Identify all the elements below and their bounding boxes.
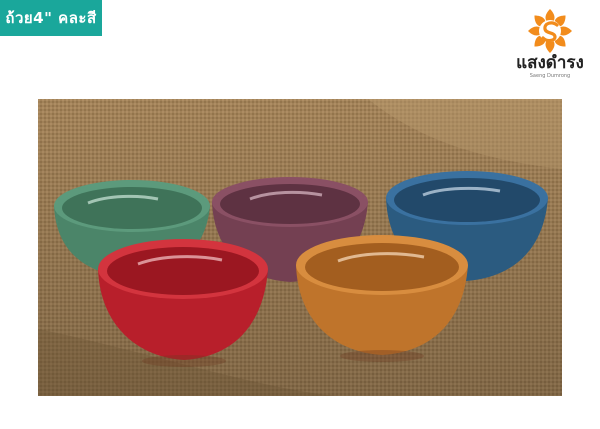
- product-tag-label: ถ้วย4" คละสี: [5, 9, 97, 27]
- brand-subtitle: Saeng Dumrong: [529, 73, 571, 79]
- bowls-image: [38, 99, 562, 396]
- product-photo: [38, 99, 562, 396]
- product-tag: ถ้วย4" คละสี: [0, 0, 102, 36]
- sun-logo-icon: [528, 9, 572, 53]
- brand-logo: แสงดำรง Saeng Dumrong: [503, 8, 597, 83]
- brand-name: แสงดำรง: [516, 53, 584, 73]
